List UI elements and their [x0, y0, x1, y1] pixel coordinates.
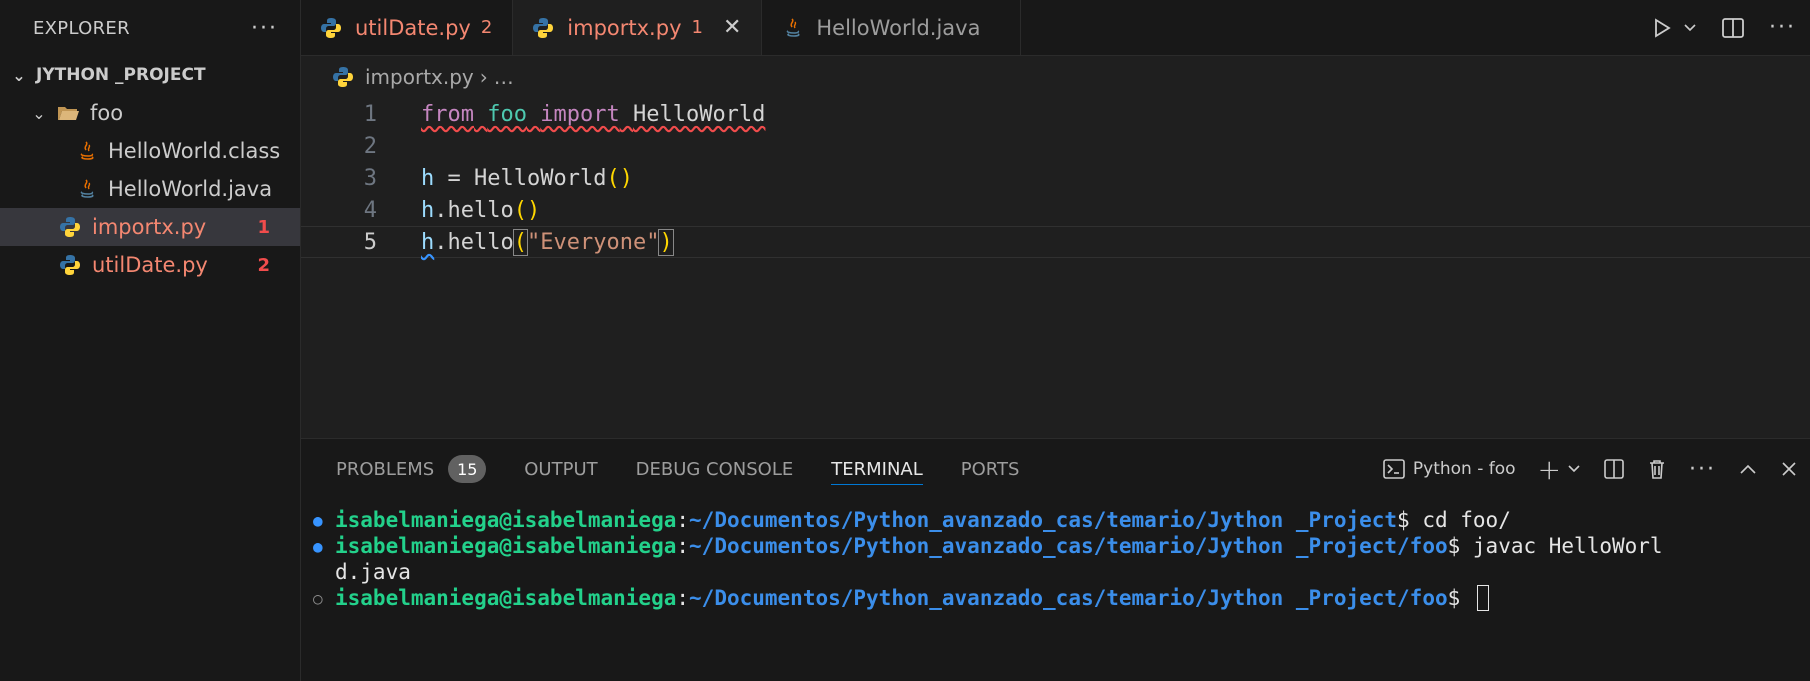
tree-item-label: HelloWorld.class: [108, 139, 281, 163]
line-number: 1: [363, 101, 377, 127]
terminal-line: d.java: [335, 560, 411, 584]
tab-importx-py[interactable]: importx.py 1 ✕: [513, 0, 763, 55]
line-number: 5: [363, 229, 377, 255]
tree-item-helloworld-java[interactable]: HelloWorld.java: [0, 170, 300, 208]
split-terminal-icon[interactable]: [1603, 458, 1625, 480]
tab-ports[interactable]: PORTS: [961, 439, 1020, 499]
tree-item-importx-py[interactable]: importx.py 1: [0, 208, 300, 246]
editor-actions: ···: [1651, 0, 1810, 55]
code-line[interactable]: 2: [301, 130, 1810, 162]
split-editor-icon[interactable]: [1721, 17, 1745, 39]
project-root[interactable]: ⌄ JYTHON _PROJECT: [0, 56, 300, 94]
code-text: h.hello("Everyone"): [421, 228, 674, 256]
python-icon: [60, 255, 80, 275]
explorer-sidebar: EXPLORER ··· ⌄ JYTHON _PROJECT ⌄ foo Hel…: [0, 0, 301, 681]
code-line[interactable]: 1 from foo import HelloWorld: [301, 98, 1810, 130]
line-number: 4: [363, 197, 377, 223]
breadcrumb-symbols[interactable]: …: [494, 65, 514, 89]
terminal-selector[interactable]: Python - foo: [1383, 459, 1516, 479]
problems-count-badge: 15: [448, 455, 487, 483]
terminal-line: ● isabelmaniega@isabelmaniega: ~/Documento…: [313, 508, 1511, 532]
tree-item-label: foo: [90, 101, 124, 125]
tree-item-utildate-py[interactable]: utilDate.py 2: [0, 246, 300, 284]
terminal-cursor: [1476, 585, 1489, 611]
terminal-line: ○ isabelmaniega@isabelmaniega: ~/Documento…: [313, 585, 1810, 611]
java-icon: [80, 141, 94, 160]
project-name: JYTHON _PROJECT: [36, 65, 206, 85]
panel-tab-bar: PROBLEMS 15 OUTPUT DEBUG CONSOLE TERMINA…: [301, 439, 1810, 499]
terminal-line: ● isabelmaniega@isabelmaniega: ~/Documento…: [313, 534, 1663, 558]
tree-item-helloworld-class[interactable]: HelloWorld.class: [0, 132, 300, 170]
code-line[interactable]: 3 h = HelloWorld(): [301, 162, 1810, 194]
chevron-down-icon: ⌄: [12, 65, 26, 85]
code-text: from foo import HelloWorld: [421, 101, 766, 127]
trash-icon[interactable]: [1647, 458, 1667, 480]
code-text: h.hello(): [421, 197, 541, 223]
tab-output[interactable]: OUTPUT: [524, 439, 597, 499]
tab-label: utilDate.py: [355, 15, 471, 40]
more-actions-icon[interactable]: ···: [1689, 457, 1716, 482]
python-icon: [60, 217, 80, 237]
tree-folder-foo[interactable]: ⌄ foo: [0, 94, 300, 132]
tab-label: importx.py: [567, 15, 682, 40]
bottom-panel: PROBLEMS 15 OUTPUT DEBUG CONSOLE TERMINA…: [301, 438, 1810, 681]
explorer-title: EXPLORER: [33, 17, 130, 39]
panel-actions: Python - foo + ···: [1383, 453, 1810, 486]
python-icon: [533, 17, 554, 38]
problem-count-badge: 1: [257, 216, 270, 238]
close-icon[interactable]: [1780, 460, 1798, 478]
chevron-down-icon: ⌄: [32, 103, 46, 123]
new-terminal-icon[interactable]: +: [1538, 453, 1561, 486]
tree-item-label: HelloWorld.java: [108, 177, 273, 201]
tab-utildate-py[interactable]: utilDate.py 2: [301, 0, 514, 55]
tab-problem-count: 2: [480, 17, 493, 38]
tab-problem-count: 1: [691, 17, 703, 38]
command-success-icon[interactable]: ●: [313, 511, 335, 530]
problem-count-badge: 2: [257, 254, 270, 276]
java-icon: [80, 179, 94, 198]
line-number: 3: [363, 165, 377, 191]
terminal-output[interactable]: ● isabelmaniega@isabelmaniega: ~/Documento…: [301, 507, 1810, 611]
code-editor[interactable]: 1 from foo import HelloWorld 2 3 h = Hel…: [301, 98, 1810, 258]
java-icon: [787, 17, 800, 37]
chevron-down-icon[interactable]: [1567, 462, 1581, 476]
close-icon[interactable]: ✕: [723, 15, 741, 40]
command-success-icon[interactable]: ●: [313, 537, 335, 556]
tab-terminal[interactable]: TERMINAL: [831, 439, 923, 499]
chevron-down-icon[interactable]: [1683, 21, 1697, 35]
editor-tab-bar: utilDate.py 2 importx.py 1 ✕ HelloWorld.…: [301, 0, 1810, 56]
tree-item-label: utilDate.py: [92, 253, 208, 277]
tab-debug-console[interactable]: DEBUG CONSOLE: [636, 439, 794, 499]
terminal-icon: [1383, 459, 1405, 479]
tab-helloworld-java[interactable]: HelloWorld.java: [762, 0, 1022, 55]
command-pending-icon: ○: [313, 588, 323, 608]
explorer-header: EXPLORER ···: [0, 0, 300, 56]
python-icon: [321, 17, 341, 38]
editor-area: utilDate.py 2 importx.py 1 ✕ HelloWorld.…: [301, 0, 1810, 438]
breadcrumb: importx.py › …: [301, 56, 1810, 98]
tree-item-label: importx.py: [92, 215, 207, 239]
tab-problems[interactable]: PROBLEMS 15: [336, 439, 487, 499]
code-line-current[interactable]: 5 h.hello("Everyone"): [301, 226, 1810, 258]
code-text: h = HelloWorld(): [421, 165, 633, 191]
run-icon[interactable]: [1651, 17, 1673, 39]
breadcrumb-file[interactable]: importx.py: [365, 65, 474, 89]
more-actions-icon[interactable]: ···: [251, 16, 278, 41]
tab-label: HelloWorld.java: [816, 15, 981, 40]
chevron-up-icon[interactable]: [1738, 462, 1758, 476]
python-icon: [333, 67, 353, 87]
line-number: 2: [363, 133, 377, 159]
code-line[interactable]: 4 h.hello(): [301, 194, 1810, 226]
folder-open-icon: [58, 107, 79, 120]
breadcrumb-separator: ›: [479, 65, 488, 89]
more-actions-icon[interactable]: ···: [1769, 15, 1796, 40]
